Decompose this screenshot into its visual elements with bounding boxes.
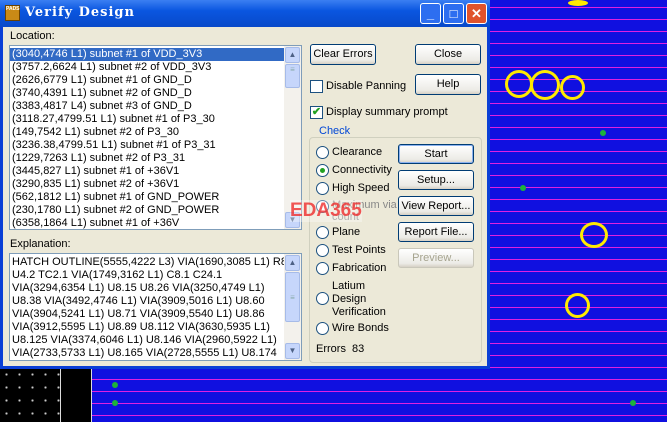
pcb-pad [565,293,590,318]
radio-fabrication[interactable] [316,262,329,275]
pcb-canvas-strip [60,368,92,422]
explanation-line: VIA(3294,6354 L1) U8.15 U8.26 VIA(3250,4… [12,282,265,294]
preview-button: Preview... [398,248,474,268]
location-list-item[interactable]: (3118.27,4799.51 L1) subnet #1 of P3_30 [10,113,301,126]
radio-label: Wire Bonds [332,322,389,334]
close-button[interactable]: Close [415,44,481,65]
explanation-box[interactable]: HATCH OUTLINE(5555,4222 L3) VIA(1690,308… [9,253,302,361]
radio-label: Clearance [332,146,383,158]
explanation-line: VIA(3904,5241 L1) U8.71 VIA(3909,5540 L1… [12,308,265,320]
errors-label: Errors [316,343,346,355]
radio-connectivity[interactable] [316,164,329,177]
pcb-via [520,185,526,191]
explanation-scrollbar[interactable]: ▲ ≡ ▼ [284,254,301,360]
location-list-item[interactable]: (3445,827 L1) subnet #1 of +36V1 [10,165,301,178]
scroll-thumb[interactable]: ≡ [285,272,300,322]
radio-clearance[interactable] [316,146,329,159]
radio-high-speed[interactable] [316,182,329,195]
location-list-item[interactable]: (1229,7263 L1) subnet #2 of P3_31 [10,152,301,165]
pcb-pad [505,70,533,98]
window-title: Verify Design [25,5,135,20]
explanation-label: Explanation: [10,238,71,250]
check-group-title: Check [317,125,353,137]
disable-panning-label: Disable Panning [326,80,407,92]
clear-errors-button[interactable]: Clear Errors [310,44,376,65]
minimize-button[interactable]: _ [420,3,441,24]
radio-label: Latium Design Verification [332,280,386,318]
explanation-line: U8.125 VIA(3374,6046 L1) U8.146 VIA(2960… [12,334,277,346]
pcb-pad [560,75,585,100]
explanation-line: HATCH OUTLINE(5555,4222 L3) VIA(1690,308… [12,256,290,268]
help-button[interactable]: Help [415,74,481,95]
location-list-item[interactable]: (562,1812 L1) subnet #1 of GND_POWER [10,191,301,204]
eda365-watermark: EDA365 [290,200,362,222]
location-list-item[interactable]: (3236.38,4799.51 L1) subnet #1 of P3_31 [10,139,301,152]
pcb-via [600,130,606,136]
radio-test-points[interactable] [316,244,329,257]
pcb-pad [580,222,608,248]
radio-label: Test Points [332,244,386,256]
location-list-item[interactable]: (149,7542 L1) subnet #2 of P3_30 [10,126,301,139]
explanation-line: U8.38 VIA(3492,4746 L1) VIA(3909,5016 L1… [12,295,265,307]
radio-label: Plane [332,226,361,238]
scroll-up-icon[interactable]: ▲ [285,47,300,63]
location-list-item[interactable]: (3383,4817 L4) subnet #3 of GND_D [10,100,301,113]
pcb-via [112,382,118,388]
maximize-button[interactable]: □ [443,3,464,24]
title-bar[interactable]: PADS Verify Design _ □ ✕ [0,0,490,27]
errors-count: 83 [352,343,365,355]
location-list-item[interactable]: (3040,4746 L1) subnet #1 of VDD_3V3 [10,47,301,62]
scroll-thumb[interactable]: ≡ [285,64,300,88]
radio-latium-design-verification[interactable] [316,292,329,305]
radio-wire-bonds[interactable] [316,322,329,335]
location-list[interactable]: (3040,4746 L1) subnet #1 of VDD_3V3 (3757… [9,45,302,230]
pcb-pad [530,70,560,100]
start-button[interactable]: Start [398,144,474,164]
pcb-via [630,400,636,406]
pcb-pad [568,0,588,6]
close-window-button[interactable]: ✕ [466,3,487,24]
location-list-item[interactable]: (2626,6779 L1) subnet #1 of GND_D [10,74,301,87]
display-summary-label: Display summary prompt [326,106,448,118]
disable-panning-checkbox[interactable] [310,80,323,93]
location-list-item[interactable]: (3757.2,6624 L1) subnet #2 of VDD_3V3 [10,61,301,74]
pads-app-icon: PADS [5,5,20,21]
location-list-item[interactable]: (230,1780 L1) subnet #2 of GND_POWER [10,204,301,217]
pcb-via [112,400,118,406]
radio-label: Fabrication [332,262,387,274]
explanation-line: U4.2 TC2.1 VIA(1749,3162 L1) C8.1 C24.1 [12,269,223,281]
setup-button[interactable]: Setup... [398,170,474,190]
location-list-item[interactable]: (3740,4391 L1) subnet #2 of GND_D [10,87,301,100]
radio-label: High Speed [332,182,390,194]
location-label: Location: [10,30,55,42]
radio-plane[interactable] [316,226,329,239]
explanation-line: VIA(2733,5733 L1) U8.165 VIA(2728,5555 L… [12,347,277,359]
scroll-down-icon[interactable]: ▼ [285,343,300,359]
display-summary-checkbox[interactable]: ✔ [310,106,323,119]
view-report-button[interactable]: View Report... [398,196,474,216]
report-file-button[interactable]: Report File... [398,222,474,242]
radio-label: Connectivity [332,164,392,176]
location-list-item[interactable]: (6358,1864 L1) subnet #1 of +36V [10,217,301,229]
scroll-up-icon[interactable]: ▲ [285,255,300,271]
explanation-line: VIA(3912,5595 L1) U8.89 U8.112 VIA(3630,… [12,321,270,333]
location-list-item[interactable]: (3290,835 L1) subnet #2 of +36V1 [10,178,301,191]
